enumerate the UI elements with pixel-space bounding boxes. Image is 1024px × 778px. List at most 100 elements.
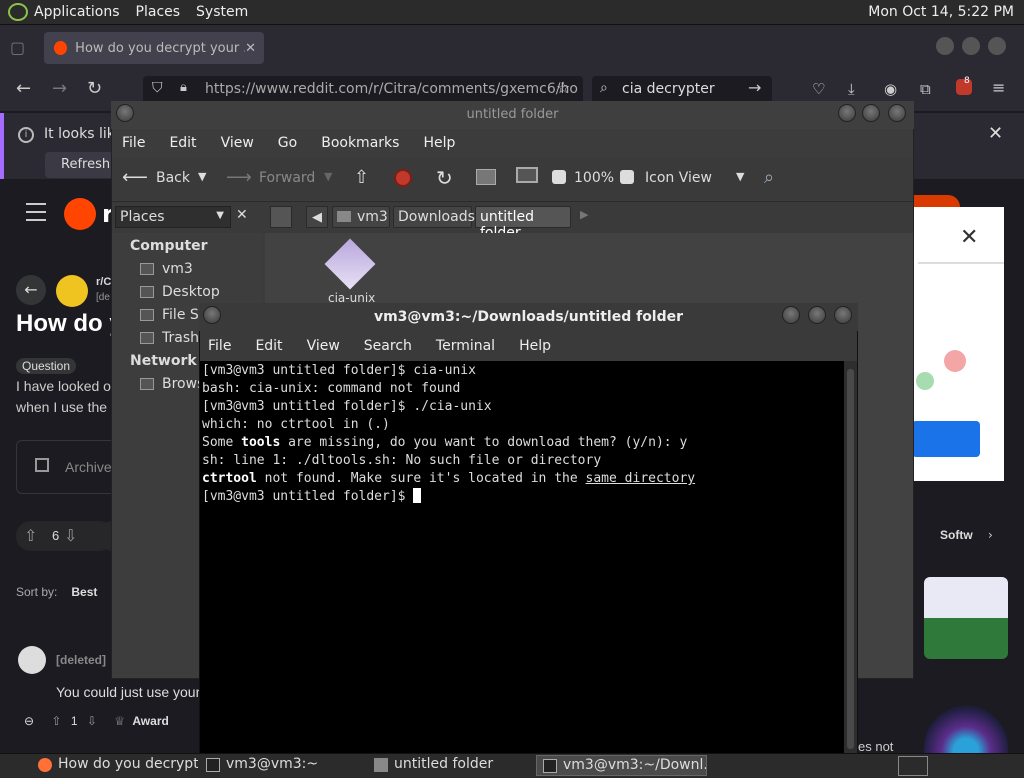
distro-logo-icon[interactable] xyxy=(8,3,28,21)
close-window-button[interactable] xyxy=(888,104,906,122)
related-post-text[interactable]: es not xyxy=(858,739,893,754)
close-window-button[interactable] xyxy=(834,306,852,324)
upvote-icon[interactable]: ⇧ xyxy=(24,526,37,545)
minimize-window-button[interactable] xyxy=(782,306,800,324)
post-flair[interactable]: Question xyxy=(16,358,77,374)
minimize-window-button[interactable] xyxy=(838,104,856,122)
view-mode-dropdown-icon[interactable]: ▼ xyxy=(736,170,744,183)
extensions-icon[interactable]: ⧉ xyxy=(920,80,931,98)
reddit-logo-icon[interactable] xyxy=(64,198,96,230)
account-icon[interactable]: ◉ xyxy=(884,80,897,98)
sidebar-places-dropdown[interactable]: Places ▼ xyxy=(115,206,231,228)
subreddit-avatar[interactable] xyxy=(56,275,88,307)
zoom-out-icon[interactable] xyxy=(552,170,566,184)
sidebar-item-browse-network[interactable]: Brows xyxy=(140,376,204,392)
breadcrumb-downloads[interactable]: Downloads xyxy=(393,206,475,228)
home-folder-icon[interactable] xyxy=(476,169,496,185)
menu-help[interactable]: Help xyxy=(423,135,455,151)
upvote-icon[interactable]: ⇧ xyxy=(51,714,61,728)
hamburger-menu-icon[interactable]: ≡ xyxy=(992,78,1005,97)
close-popup-icon[interactable]: ✕ xyxy=(960,225,978,250)
bookmark-star-icon[interactable]: ☆ xyxy=(556,78,570,97)
reload-icon[interactable]: ↻ xyxy=(436,166,453,190)
tab-list-icon[interactable]: ▢ xyxy=(10,38,25,57)
close-window-button[interactable] xyxy=(988,37,1006,55)
back-arrow-icon[interactable]: ⟵ xyxy=(122,167,148,188)
menu-go[interactable]: Go xyxy=(278,135,297,151)
computer-icon[interactable] xyxy=(516,167,538,183)
taskbar-item-firefox[interactable]: How do you decrypt... xyxy=(32,755,198,776)
sidebar-section-label[interactable]: Softw xyxy=(940,528,973,542)
forward-arrow-icon[interactable]: → xyxy=(52,78,67,99)
sidebar-item-vm3[interactable]: vm3 xyxy=(140,261,193,277)
maximize-window-button[interactable] xyxy=(862,104,880,122)
close-sidebar-icon[interactable]: ✕ xyxy=(236,207,248,223)
subreddit-name[interactable]: r/C xyxy=(96,276,111,288)
chevron-right-icon[interactable]: › xyxy=(988,528,993,542)
award-icon[interactable]: ♕ xyxy=(114,714,125,728)
menu-file[interactable]: File xyxy=(208,338,231,354)
menu-file[interactable]: File xyxy=(122,135,145,151)
maximize-window-button[interactable] xyxy=(962,37,980,55)
search-bar[interactable]: cia decrypter xyxy=(592,76,772,104)
award-button[interactable]: Award xyxy=(132,714,168,728)
menu-edit[interactable]: Edit xyxy=(255,338,282,354)
clock[interactable]: Mon Oct 14, 5:22 PM xyxy=(868,4,1014,20)
forward-arrow-icon[interactable]: ⟶ xyxy=(226,167,252,188)
zoom-in-icon[interactable] xyxy=(620,170,634,184)
up-arrow-icon[interactable]: ⇧ xyxy=(354,167,369,188)
sidebar-item-filesystem[interactable]: File Sy xyxy=(140,307,207,323)
terminal-prompt-line[interactable]: [vm3@vm3 untitled folder]$ xyxy=(202,488,844,506)
search-go-arrow-icon[interactable]: → xyxy=(748,78,761,97)
browser-tab[interactable]: How do you decrypt your .3 ✕ xyxy=(44,32,264,64)
sidebar-item-trash[interactable]: Trash xyxy=(140,330,199,346)
sidebar-item-desktop[interactable]: Desktop xyxy=(140,284,220,300)
back-button[interactable]: Back xyxy=(156,170,190,186)
continue-button[interactable] xyxy=(912,421,980,457)
system-menu[interactable]: System xyxy=(196,4,248,20)
applications-menu[interactable]: Applications xyxy=(34,4,120,20)
menu-view[interactable]: View xyxy=(221,135,254,151)
forward-button[interactable]: Forward xyxy=(259,170,315,186)
lock-icon[interactable]: 🔒︎ xyxy=(180,80,187,95)
sort-value[interactable]: Best xyxy=(71,585,97,599)
pocket-icon[interactable]: ♡ xyxy=(812,80,825,98)
taskbar-item-terminal-active[interactable]: vm3@vm3:~/Downl... xyxy=(536,755,707,776)
downloads-icon[interactable]: ⤓ xyxy=(848,80,855,98)
sort-control[interactable]: Sort by: Best xyxy=(16,585,97,599)
search-icon[interactable]: ⌕ xyxy=(764,167,774,188)
taskbar-item-terminal[interactable]: vm3@vm3:~ xyxy=(200,755,364,776)
window-menu-button[interactable] xyxy=(116,104,134,122)
forward-history-dropdown-icon[interactable]: ▼ xyxy=(324,170,332,183)
edit-location-icon[interactable] xyxy=(270,206,292,228)
stop-icon[interactable] xyxy=(394,169,412,187)
post-author[interactable]: [de xyxy=(96,292,110,303)
breadcrumb-left-icon[interactable]: ◀ xyxy=(306,206,328,228)
view-mode-select[interactable]: Icon View xyxy=(645,170,712,186)
back-button[interactable]: ← xyxy=(16,275,46,305)
terminal-scrollbar[interactable] xyxy=(844,361,857,753)
menu-terminal[interactable]: Terminal xyxy=(436,338,495,354)
menu-search[interactable]: Search xyxy=(364,338,412,354)
back-history-dropdown-icon[interactable]: ▼ xyxy=(198,170,206,183)
terminal-output[interactable]: [vm3@vm3 untitled folder]$ cia-unix bash… xyxy=(200,361,844,753)
shield-icon[interactable]: ⛉ xyxy=(152,80,163,96)
url-bar[interactable]: https://www.reddit.com/r/Citra/comments/… xyxy=(143,76,583,104)
login-button[interactable] xyxy=(912,195,960,207)
back-arrow-icon[interactable]: ← xyxy=(16,78,31,99)
hamburger-icon[interactable] xyxy=(26,203,46,221)
minimize-window-button[interactable] xyxy=(936,37,954,55)
window-menu-button[interactable] xyxy=(203,306,221,324)
close-tab-icon[interactable]: ✕ xyxy=(245,41,256,56)
taskbar-item-file-manager[interactable]: untitled folder xyxy=(368,755,532,776)
menu-bookmarks[interactable]: Bookmarks xyxy=(321,135,399,151)
downvote-icon[interactable]: ⇩ xyxy=(87,714,97,728)
close-notification-icon[interactable]: ✕ xyxy=(988,123,1003,144)
collapse-icon[interactable]: ⊖ xyxy=(24,714,34,728)
menu-help[interactable]: Help xyxy=(519,338,551,354)
reload-icon[interactable]: ↻ xyxy=(87,78,102,99)
places-menu[interactable]: Places xyxy=(136,4,181,20)
workspace-switcher[interactable] xyxy=(898,756,928,776)
menu-edit[interactable]: Edit xyxy=(169,135,196,151)
breadcrumb-current-folder[interactable]: untitled folder xyxy=(475,206,571,241)
